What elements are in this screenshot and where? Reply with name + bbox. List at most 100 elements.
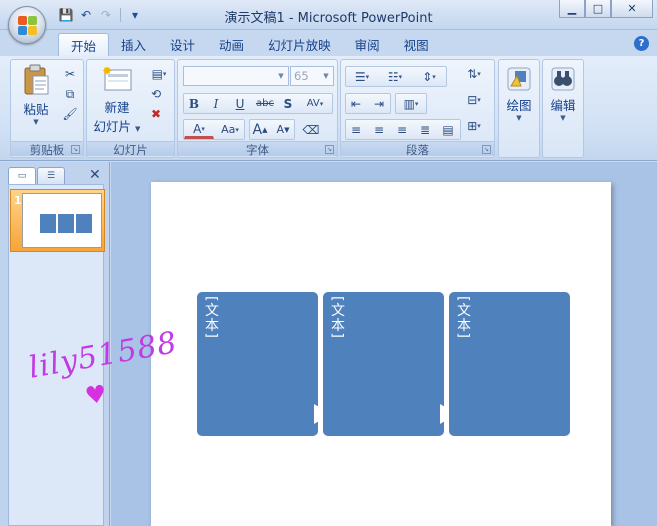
slides-tab-icon[interactable]: ▭ bbox=[8, 167, 36, 184]
title-bar: 💾 ↶ ↷ ▾ 演示文稿1 - Microsoft PowerPoint ▁ □… bbox=[0, 0, 657, 30]
new-slide-label-line1: 新建 bbox=[104, 100, 130, 115]
clipboard-group: 粘贴 ▼ ✂ ⧉ 🖌 剪贴板 ↘ bbox=[10, 59, 84, 158]
format-painter-icon[interactable]: 🖌 bbox=[61, 106, 79, 122]
font-color-button[interactable]: A ▾ bbox=[184, 120, 214, 139]
delete-slide-icon[interactable]: ✖ bbox=[147, 106, 165, 122]
thumbnail-shape bbox=[40, 214, 56, 233]
clipboard-launcher-icon[interactable]: ↘ bbox=[71, 145, 80, 154]
paste-label: 粘贴 bbox=[23, 102, 49, 117]
shapes-icon bbox=[507, 67, 531, 91]
text-direction-icon[interactable]: ⇅ ▾ bbox=[459, 64, 489, 83]
slides-group-label: 幻灯片 bbox=[87, 141, 174, 157]
font-size-combo[interactable]: 65 ▼ bbox=[290, 66, 334, 86]
tab-animations[interactable]: 动画 bbox=[207, 33, 256, 56]
bullets-icon[interactable]: ☰ ▾ bbox=[346, 67, 378, 86]
slide-edit-area: [文本] [文本] [文本] bbox=[111, 162, 657, 526]
font-size-dropdown-icon[interactable]: ▼ bbox=[320, 68, 332, 84]
ribbon: 粘贴 ▼ ✂ ⧉ 🖌 剪贴板 ↘ ✸ 新建 幻灯片 ▼ ▤ ▾ ⟲ ✖ 幻灯片 ▼ bbox=[0, 56, 657, 161]
smartart-block[interactable]: [文本] bbox=[323, 292, 457, 436]
outline-tab-icon[interactable]: ☰ bbox=[37, 167, 65, 184]
maximize-button[interactable]: □ bbox=[585, 0, 611, 18]
ribbon-tabs-row: 开始 插入 设计 动画 幻灯片放映 审阅 视图 ? bbox=[0, 30, 657, 56]
italic-button[interactable]: I bbox=[206, 94, 226, 113]
slides-pane-tabs: ▭ ☰ bbox=[8, 167, 66, 184]
distributed-icon[interactable]: ▤ bbox=[438, 120, 458, 139]
character-spacing-button[interactable]: AV ▾ bbox=[300, 94, 330, 113]
drawing-label: 绘图 bbox=[506, 98, 532, 113]
copy-icon[interactable]: ⧉ bbox=[61, 86, 79, 102]
font-size-value: 65 bbox=[294, 69, 309, 83]
decrease-indent-icon[interactable]: ⇤ bbox=[346, 94, 366, 113]
font-launcher-icon[interactable]: ↘ bbox=[325, 145, 334, 154]
block-text[interactable]: [文本] bbox=[327, 296, 347, 339]
change-case-button[interactable]: Aa ▾ bbox=[216, 120, 244, 139]
font-group: ▼ 65 ▼ B I U abc S AV ▾ A ▾ Aa ▾ A ▲ A ▼ ⌫ 字体… bbox=[177, 59, 338, 158]
new-slide-button[interactable]: ✸ 新建 幻灯片 ▼ bbox=[89, 64, 145, 135]
align-left-icon[interactable]: ≡ bbox=[346, 120, 366, 139]
tab-insert[interactable]: 插入 bbox=[109, 33, 158, 56]
justify-icon[interactable]: ≣ bbox=[415, 120, 435, 139]
minimize-button[interactable]: ▁ bbox=[559, 0, 585, 18]
editing-label: 编辑 bbox=[550, 98, 576, 113]
slides-group: ✸ 新建 幻灯片 ▼ ▤ ▾ ⟲ ✖ 幻灯片 bbox=[86, 59, 175, 158]
shrink-font-button[interactable]: A ▼ bbox=[273, 120, 293, 139]
font-name-combo[interactable]: ▼ bbox=[183, 66, 289, 86]
window-controls: ▁ □ ✕ bbox=[559, 0, 653, 18]
paste-icon bbox=[24, 64, 49, 95]
drawing-button[interactable]: 绘图 ▼ bbox=[500, 66, 538, 122]
svg-text:✸: ✸ bbox=[102, 64, 112, 78]
drawing-dropdown-arrow: ▼ bbox=[516, 114, 522, 122]
drawing-group: 绘图 ▼ bbox=[498, 59, 540, 158]
tab-view[interactable]: 视图 bbox=[392, 33, 441, 56]
paste-dropdown-arrow: ▼ bbox=[33, 118, 39, 126]
office-button[interactable] bbox=[8, 6, 46, 44]
reset-slide-icon[interactable]: ⟲ bbox=[147, 86, 165, 102]
block-text[interactable]: [文本] bbox=[201, 296, 221, 339]
paste-button[interactable]: 粘贴 ▼ bbox=[13, 64, 59, 126]
thumbnail-shape bbox=[58, 214, 74, 233]
numbering-icon[interactable]: ☷ ▾ bbox=[379, 67, 411, 86]
tab-slideshow[interactable]: 幻灯片放映 bbox=[256, 33, 343, 56]
underline-button[interactable]: U bbox=[230, 94, 250, 113]
office-logo-icon bbox=[18, 16, 38, 36]
shadow-button[interactable]: S bbox=[278, 94, 298, 113]
slide-number: 1 bbox=[14, 194, 22, 207]
new-slide-icon: ✸ bbox=[102, 64, 132, 91]
font-group-label: 字体 bbox=[178, 141, 337, 157]
ribbon-tabs: 开始 插入 设计 动画 幻灯片放映 审阅 视图 bbox=[58, 33, 441, 56]
grow-font-button[interactable]: A ▲ bbox=[250, 120, 270, 139]
block-text[interactable]: [文本] bbox=[453, 296, 473, 339]
clear-formatting-icon[interactable]: ⌫ bbox=[300, 120, 322, 139]
increase-indent-icon[interactable]: ⇥ bbox=[369, 94, 389, 113]
columns-icon[interactable]: ▥ ▾ bbox=[396, 94, 426, 113]
new-slide-label-line2: 幻灯片 ▼ bbox=[93, 119, 141, 134]
binoculars-icon bbox=[551, 67, 575, 91]
close-button[interactable]: ✕ bbox=[611, 0, 653, 18]
help-icon[interactable]: ? bbox=[634, 36, 649, 51]
line-spacing-icon[interactable]: ⇕ ▾ bbox=[413, 67, 445, 86]
bold-button[interactable]: B bbox=[184, 94, 204, 113]
paragraph-group-label: 段落 bbox=[341, 141, 494, 157]
strikethrough-button[interactable]: abc bbox=[253, 94, 277, 113]
paragraph-launcher-icon[interactable]: ↘ bbox=[482, 145, 491, 154]
smartart-icon[interactable]: ⊞ ▾ bbox=[459, 116, 489, 135]
smartart-block[interactable]: [文本] bbox=[197, 292, 331, 436]
font-name-dropdown-icon[interactable]: ▼ bbox=[275, 68, 287, 84]
editing-button[interactable]: 编辑 ▼ bbox=[544, 66, 582, 122]
tab-design[interactable]: 设计 bbox=[158, 33, 207, 56]
slide-canvas[interactable]: [文本] [文本] [文本] bbox=[151, 182, 611, 526]
paragraph-group: ☰ ▾ ☷ ▾ ⇕ ▾ ⇅ ▾ ⇤ ⇥ ▥ ▾ ⊟ ▾ ≡ ≡ ≡ ≣ ▤ ⊞ ▾ 段落 ↘ bbox=[340, 59, 495, 158]
align-center-icon[interactable]: ≡ bbox=[369, 120, 389, 139]
smartart-block[interactable]: [文本] bbox=[449, 292, 570, 436]
tab-home[interactable]: 开始 bbox=[58, 33, 110, 56]
align-text-icon[interactable]: ⊟ ▾ bbox=[459, 90, 489, 109]
cut-icon[interactable]: ✂ bbox=[61, 66, 79, 82]
heart-icon: ♥ bbox=[83, 379, 109, 411]
editing-dropdown-arrow: ▼ bbox=[560, 114, 566, 122]
tab-review[interactable]: 审阅 bbox=[343, 33, 392, 56]
editing-group: 编辑 ▼ bbox=[542, 59, 584, 158]
close-pane-icon[interactable]: ✕ bbox=[89, 167, 101, 183]
layout-icon[interactable]: ▤ ▾ bbox=[147, 66, 171, 82]
slide-thumbnail[interactable] bbox=[22, 193, 102, 248]
align-right-icon[interactable]: ≡ bbox=[392, 120, 412, 139]
